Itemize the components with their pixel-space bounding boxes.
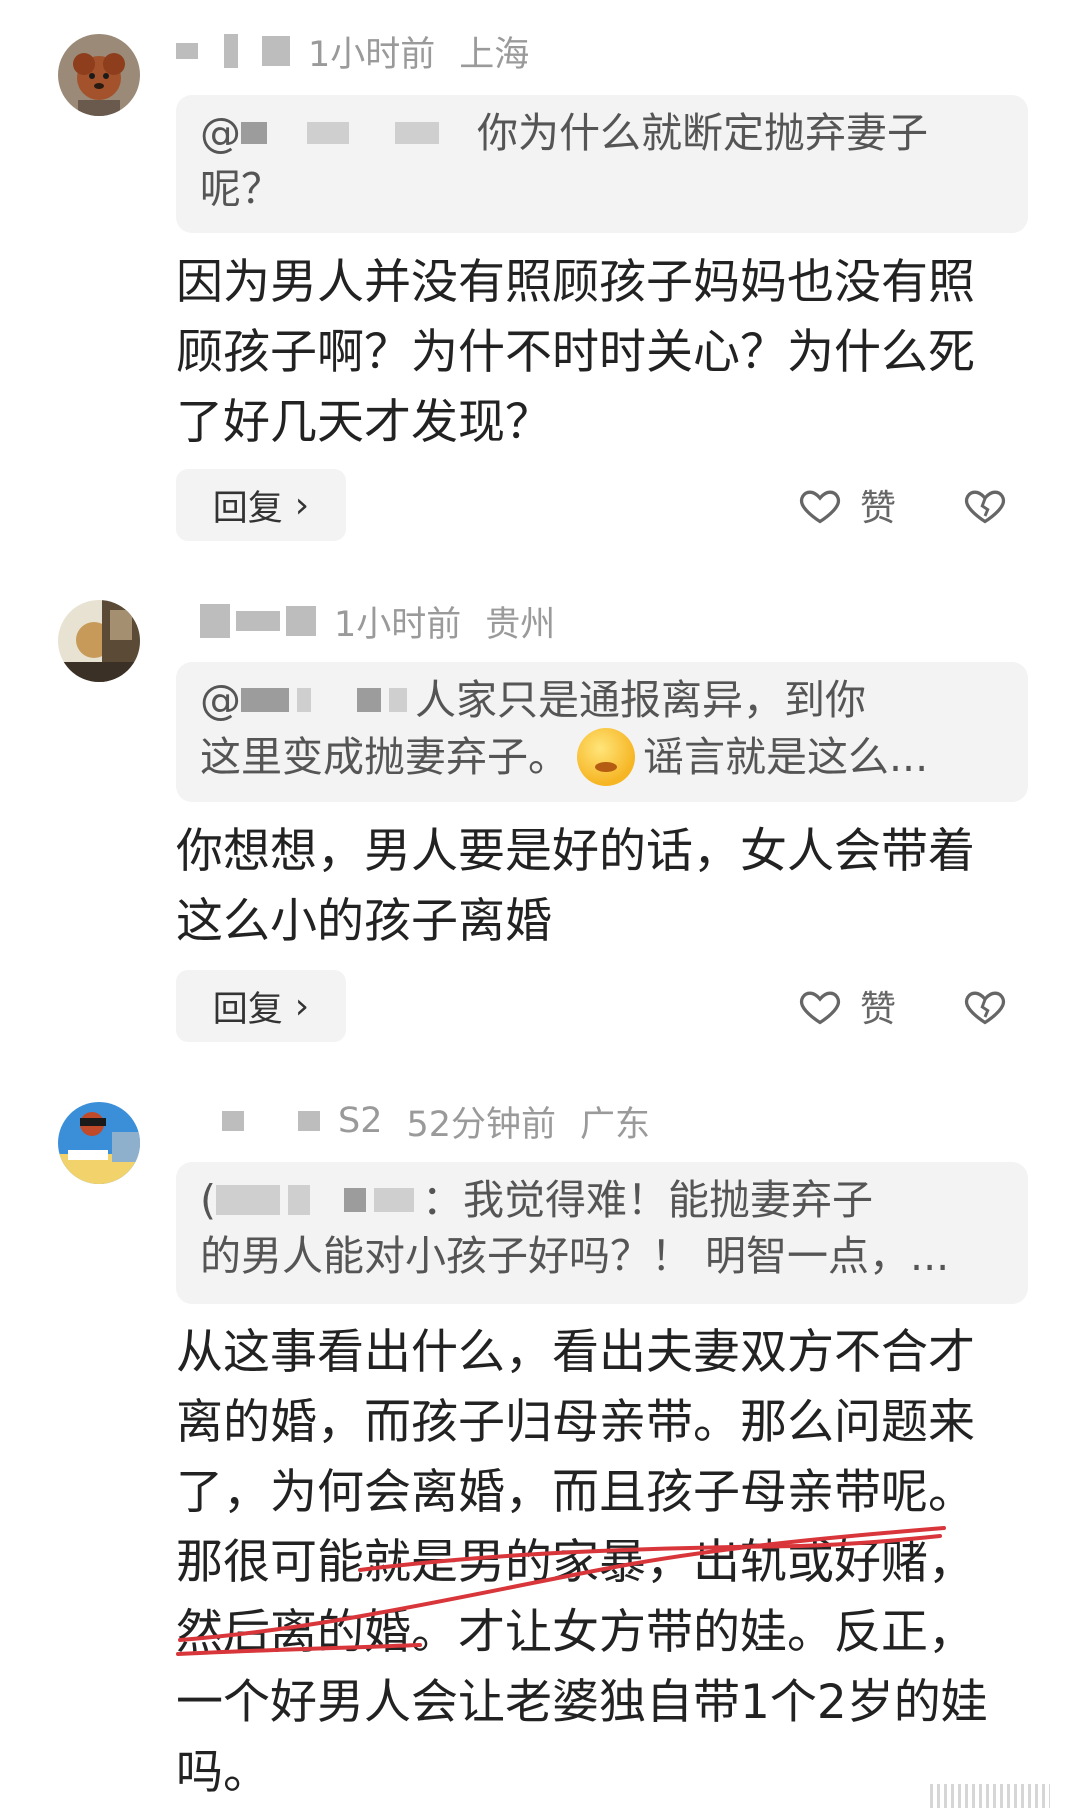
broken-heart-icon [964, 490, 1006, 524]
like-button[interactable]: 赞 [798, 970, 896, 1042]
quote-text: ：我觉得难！能抛妻弃子 [422, 1176, 873, 1224]
comment-time: 1小时前 [334, 604, 462, 645]
comment-time: 52分钟前 [406, 1104, 557, 1145]
like-label: 赞 [860, 488, 897, 529]
quote-text-cont-b: 谣言就是这么... [643, 733, 929, 781]
cat-avatar-icon [58, 600, 140, 682]
comment-meta: 1小时前 上海 [176, 26, 529, 76]
watermark [930, 1784, 1050, 1808]
body-line: 这么小的孩子离婚 [176, 894, 552, 949]
comment-body: 你想想，男人要是好的话，女人会带着 这么小的孩子离婚 [176, 817, 1028, 957]
body-line: 吗。 [176, 1745, 270, 1800]
comment-location: 上海 [459, 34, 530, 75]
quoted-reply[interactable]: ( ：我觉得难！能抛妻弃子 的男人能对小孩子好吗？！ 明智一点，... [176, 1162, 1028, 1304]
comment-location: 贵州 [485, 604, 556, 645]
body-line: 你想想，男人要是好的话，女人会带着 [176, 824, 975, 879]
comment-body: 从这事看出什么，看出夫妻双方不合才 离的婚，而孩子归母亲带。那么问题来 了，为何… [176, 1318, 1028, 1808]
yawn-emoji-icon [577, 728, 635, 786]
body-line: 顾孩子啊？为什不时时关心？为什么死 [176, 325, 975, 380]
username-mosaic [176, 604, 322, 638]
body-line: 离的婚，而孩子归母亲带。那么问题来 [176, 1395, 975, 1450]
quote-text: 人家只是通报离异，到你 [415, 676, 866, 724]
body-line: 因为男人并没有照顾孩子妈妈也没有照 [176, 255, 975, 310]
reply-label: 回复 [212, 488, 283, 529]
quote-text: 你为什么就断定抛弃妻子 [477, 109, 928, 157]
dislike-button[interactable] [963, 970, 1007, 1042]
dislike-button[interactable] [963, 469, 1007, 541]
reply-button[interactable]: 回复 › [176, 970, 346, 1042]
heart-outline-icon [799, 490, 841, 524]
like-button[interactable]: 赞 [798, 469, 896, 541]
comment-time: 1小时前 [308, 34, 436, 75]
reply-button[interactable]: 回复 › [176, 469, 346, 541]
quote-text-cont: 呢？ [200, 165, 282, 213]
quote-text-cont: 的男人能对小孩子好吗？！ 明智一点，... [200, 1232, 950, 1280]
heart-outline-icon [799, 991, 841, 1025]
like-label: 赞 [860, 989, 897, 1030]
avatar[interactable] [58, 34, 140, 116]
quoted-reply[interactable]: @ 人家只是通报离异，到你 这里变成抛妻弃子。 谣言就是这么... [176, 662, 1028, 802]
comment-meta: 1小时前 贵州 [176, 596, 555, 646]
username-mosaic [176, 1111, 326, 1131]
username-suffix: S2 [338, 1101, 383, 1141]
body-line: 一个好男人会让老婆独自带1个2岁的娃 [176, 1675, 988, 1730]
avatar[interactable] [58, 1102, 140, 1184]
comment-body: 因为男人并没有照顾孩子妈妈也没有照 顾孩子啊？为什不时时关心？为什么死 了好几天… [176, 248, 1028, 458]
quote-text-cont: 这里变成抛妻弃子。 [200, 733, 569, 781]
reply-label: 回复 [212, 989, 283, 1030]
chevron-right-icon: › [294, 484, 310, 526]
avatar[interactable] [58, 600, 140, 682]
comment-location: 广东 [580, 1104, 651, 1145]
dog-avatar-icon [58, 34, 140, 116]
chevron-right-icon: › [294, 985, 310, 1027]
beach-avatar-icon [58, 1102, 140, 1184]
quoted-reply[interactable]: @ 你为什么就断定抛弃妻子 呢？ [176, 95, 1028, 233]
body-line: 然后离的婚。才让女方带的娃。反正， [176, 1605, 975, 1660]
body-line: 那很可能就是男的家暴，出轨或好赌， [176, 1535, 975, 1590]
comment-meta: S2 52分钟前 广东 [176, 1096, 650, 1146]
body-line: 了，为何会离婚，而且孩子母亲带呢。 [176, 1465, 975, 1520]
broken-heart-icon [964, 991, 1006, 1025]
body-line: 从这事看出什么，看出夫妻双方不合才 [176, 1325, 975, 1380]
username-mosaic [176, 34, 296, 68]
body-line: 了好几天才发现？ [176, 395, 552, 450]
